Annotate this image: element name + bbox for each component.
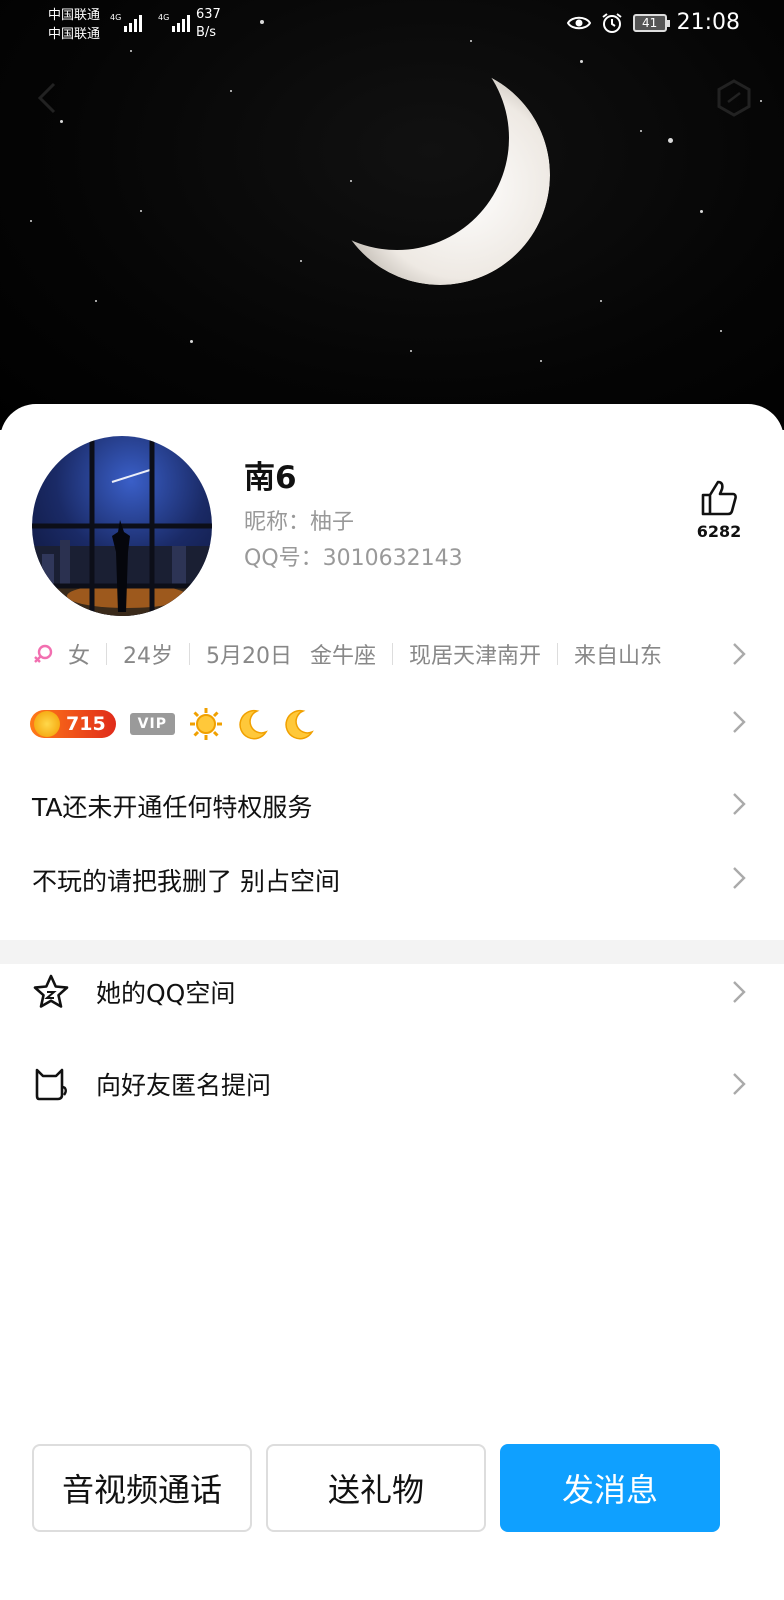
chevron-right-icon (733, 981, 746, 1003)
divider (106, 643, 108, 665)
send-message-button[interactable]: 发消息 (500, 1444, 720, 1532)
video-call-button[interactable]: 音视频通话 (32, 1444, 252, 1532)
action-bar: 音视频通话 送礼物 发消息 (0, 1444, 784, 1540)
svg-text:4G: 4G (110, 13, 121, 22)
menu-label: 向好友匿名提问 (96, 1071, 272, 1100)
profile-info-row[interactable]: 女 24岁 5月20日 金牛座 现居天津南开 来自山东 (32, 632, 752, 676)
female-icon (34, 644, 53, 663)
avatar[interactable] (32, 436, 212, 616)
moon-icon (285, 709, 314, 740)
alarm-icon (601, 12, 622, 33)
carrier-names: 中国联通 中国联通 (48, 8, 101, 42)
divider (189, 643, 191, 665)
cat-box-icon (35, 1068, 67, 1101)
divider (392, 643, 394, 665)
menu-item-qzone[interactable]: 她的QQ空间 (32, 962, 752, 1022)
moon-icon (239, 709, 268, 740)
cover-photo (0, 0, 784, 430)
status-bar: 中国联通 中国联通 4G 4G 637 B/s 41 21:08 (0, 0, 784, 46)
star-icon (33, 974, 69, 1008)
nickname: 昵称：柚子 (244, 510, 355, 535)
hexagon-icon (717, 79, 751, 117)
zodiac: 金牛座 (310, 644, 377, 669)
more-button[interactable] (714, 78, 754, 118)
gender: 女 (68, 644, 91, 669)
signature-row[interactable]: 不玩的请把我删了 别占空间 (32, 862, 340, 898)
chevron-left-icon (37, 82, 56, 114)
section-divider (0, 940, 784, 964)
menu-label: 她的QQ空间 (96, 979, 236, 1008)
chevron-right-icon (733, 711, 746, 733)
chevron-right-icon (733, 643, 746, 665)
eye-icon (566, 16, 591, 29)
menu-item-anonymous-question[interactable]: 向好友匿名提问 (32, 1054, 752, 1114)
privilege-row[interactable]: TA还未开通任何特权服务 (32, 788, 312, 824)
chevron-right-icon (733, 793, 746, 815)
svg-text:4G: 4G (158, 13, 169, 22)
chevron-right-icon (733, 1073, 746, 1095)
badges-row[interactable]: 715 VIP (30, 704, 315, 744)
clock: 21:08 (676, 10, 740, 35)
vip-badge: VIP (129, 713, 175, 735)
hometown: 来自山东 (574, 644, 663, 669)
network-speed: 637 B/s (196, 7, 221, 40)
display-name: 南6 (244, 460, 297, 496)
residence: 现居天津南开 (409, 644, 542, 669)
level-badge: 715 (30, 710, 116, 738)
chevron-right-icon (733, 867, 746, 889)
battery-icon: 41 (632, 13, 670, 32)
age: 24岁 (123, 644, 174, 669)
signal-icon: 4G 4G (110, 12, 194, 34)
divider (557, 643, 559, 665)
back-button[interactable] (28, 78, 68, 118)
thumbs-up-icon (701, 480, 737, 516)
birthday: 5月20日 (206, 644, 293, 669)
send-gift-button[interactable]: 送礼物 (266, 1444, 486, 1532)
coin-icon (34, 711, 60, 737)
sun-icon (189, 708, 222, 740)
like-count: 6282 (696, 522, 742, 541)
moon-image (305, 60, 555, 310)
profile-card: 南6 昵称：柚子 QQ号：3010632143 6282 女 24岁 5月20日… (0, 404, 784, 1600)
qq-number[interactable]: QQ号：3010632143 (244, 540, 463, 572)
like-button[interactable]: 6282 (692, 480, 746, 541)
